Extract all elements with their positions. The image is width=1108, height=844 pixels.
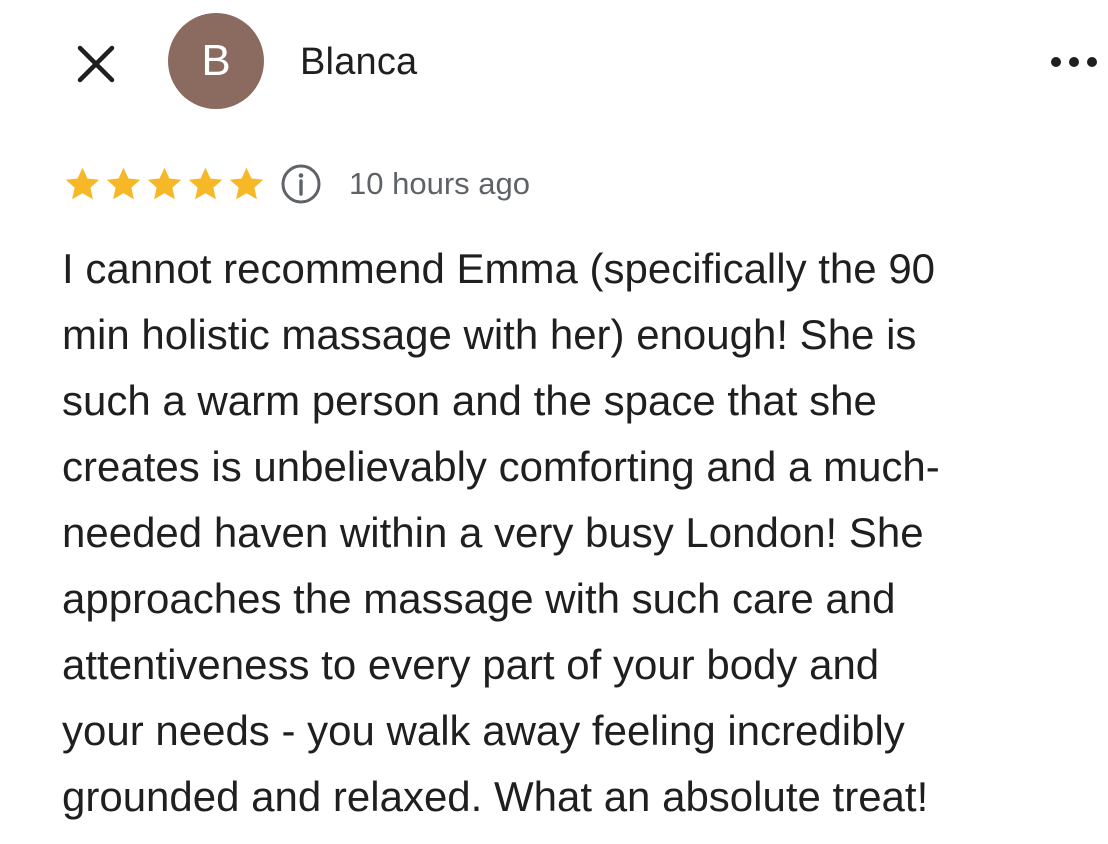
star-icon bbox=[106, 167, 141, 199]
review-body: I cannot recommend Emma (specifically th… bbox=[62, 245, 940, 820]
info-button[interactable] bbox=[279, 162, 323, 206]
close-icon bbox=[77, 45, 115, 83]
star-icon bbox=[65, 167, 100, 199]
info-icon bbox=[281, 164, 321, 204]
review-timestamp: 10 hours ago bbox=[349, 166, 530, 201]
star-icon bbox=[188, 167, 223, 199]
star-icon bbox=[147, 167, 182, 199]
star-icon bbox=[229, 167, 264, 199]
avatar[interactable]: B bbox=[168, 13, 264, 109]
review-meta: 10 hours ago bbox=[62, 160, 530, 208]
more-options-button[interactable] bbox=[1046, 48, 1102, 76]
reviewer-name[interactable]: Blanca bbox=[300, 42, 417, 82]
review-header: B Blanca bbox=[0, 0, 1108, 120]
close-button[interactable] bbox=[72, 40, 120, 88]
star-rating bbox=[62, 164, 267, 205]
more-horizontal-icon bbox=[1051, 57, 1097, 67]
